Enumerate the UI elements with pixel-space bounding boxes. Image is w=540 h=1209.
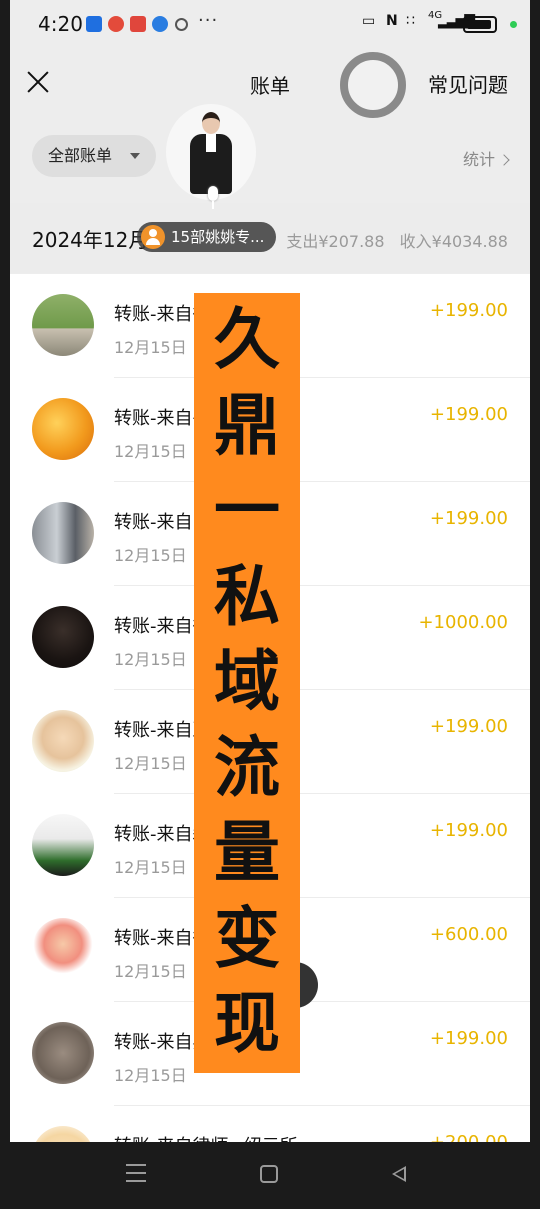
chevron-right-icon [498, 154, 510, 166]
transaction-amount: +199.00 [429, 716, 508, 737]
status-bar: 4:20 ··· ▭ N ∷ 4G ▂▃▅▇ [10, 0, 530, 50]
bill-page: 4:20 ··· ▭ N ∷ 4G ▂▃▅▇ 账单 常见问题 全部账单 统计 2… [10, 0, 530, 1142]
avatar [32, 1126, 94, 1142]
avatar [32, 606, 94, 668]
mic-icon [202, 186, 224, 212]
more-icon: ··· [198, 10, 219, 31]
avatar [32, 398, 94, 460]
transaction-name: 转账-来自律师~绍元所~ [114, 1132, 313, 1142]
avatar [32, 918, 94, 980]
avatar [32, 502, 94, 564]
status-time: 4:20 [38, 12, 83, 36]
banner-char: 鼎 [214, 386, 280, 464]
transaction-date: 12月15日 [114, 546, 187, 565]
presenter-head [202, 112, 220, 134]
transaction-amount: +199.00 [429, 508, 508, 529]
banner-char: 一 [214, 472, 280, 549]
privacy-indicator [510, 21, 517, 28]
avatar [32, 710, 94, 772]
stats-link[interactable]: 统计 [462, 146, 510, 170]
user-icon [141, 225, 165, 249]
banner-char: 久 [214, 301, 280, 378]
back-icon[interactable] [392, 1166, 406, 1182]
transaction-amount: +199.00 [429, 404, 508, 425]
avatar [32, 814, 94, 876]
transaction-date: 12月15日 [114, 858, 187, 877]
stats-label: 统计 [462, 150, 495, 169]
month-income: 收入¥4034.88 [399, 232, 508, 251]
live-room-label: 15部姚姚专... [171, 228, 265, 246]
transaction-amount: +1000.00 [418, 612, 508, 633]
banner-char: 变 [214, 899, 280, 977]
presenter-shirt [206, 134, 216, 152]
weibo-icon [108, 16, 124, 32]
home-icon[interactable] [260, 1165, 278, 1183]
banner-char: 私 [214, 557, 280, 635]
banner-char: 现 [214, 985, 280, 1062]
transaction-date: 12月15日 [114, 442, 187, 461]
live-room-pill[interactable]: 15部姚姚专... [137, 222, 277, 252]
avatar [32, 294, 94, 356]
app-icon-red [130, 16, 146, 32]
banner-char: 域 [214, 643, 280, 720]
transaction-date: 12月15日 [114, 754, 187, 773]
caret-down-icon [130, 153, 141, 159]
menu-icon[interactable] [126, 1164, 146, 1182]
month-selector[interactable]: 2024年12月 [32, 224, 148, 253]
transaction-row[interactable]: 转账-来自律师~绍元所~ +200.00 [10, 1106, 530, 1142]
banner-char: 流 [214, 728, 280, 806]
transaction-date: 12月15日 [114, 650, 187, 669]
cast-icon: ▭ [362, 13, 376, 29]
avatar [32, 1022, 94, 1084]
battery-icon [463, 16, 497, 33]
app-icon-blue [86, 16, 102, 32]
faq-link[interactable]: 常见问题 [428, 69, 508, 98]
transaction-date: 12月15日 [114, 962, 187, 981]
promo-banner: 久 鼎 一 私 域 流 量 变 现 [194, 293, 300, 1073]
transaction-amount: +600.00 [429, 924, 508, 945]
transaction-amount: +199.00 [429, 300, 508, 321]
transaction-amount: +200.00 [430, 1132, 508, 1142]
floating-ring-button[interactable] [340, 52, 406, 118]
system-nav-bar [0, 1142, 540, 1209]
app-icon-blue-2 [152, 16, 168, 32]
bill-filter-dropdown[interactable]: 全部账单 [32, 135, 157, 177]
month-expense: 支出¥207.88 [286, 232, 385, 251]
banner-char: 量 [214, 814, 280, 891]
transaction-amount: +199.00 [429, 1028, 508, 1049]
wifi-icon: ∷ [406, 13, 415, 29]
transaction-date: 12月15日 [114, 338, 187, 357]
transaction-amount: +199.00 [429, 820, 508, 841]
cloud-icon [175, 18, 188, 31]
nfc-icon: N [386, 13, 398, 29]
month-totals: 支出¥207.88 收入¥4034.88 [286, 228, 508, 252]
bill-filter-label: 全部账单 [48, 146, 113, 165]
transaction-date: 12月15日 [114, 1066, 187, 1085]
